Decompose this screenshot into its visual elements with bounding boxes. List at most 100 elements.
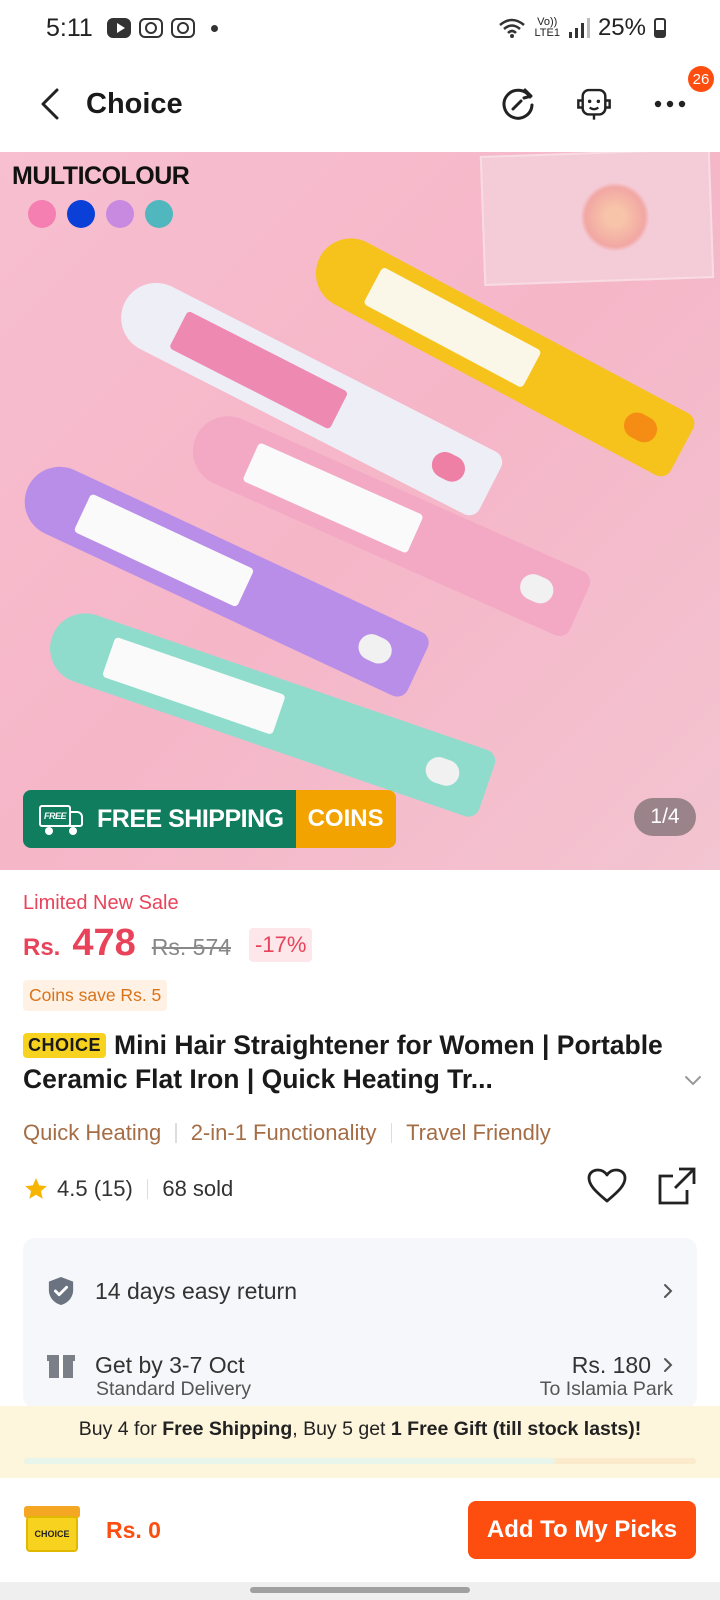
- free-shipping-section: FREE FREE SHIPPING: [23, 790, 296, 848]
- shield-check-icon: [47, 1276, 75, 1306]
- delivery-price-action: Rs. 180: [572, 1352, 673, 1379]
- truck-cab: [69, 811, 83, 827]
- home-indicator[interactable]: [250, 1587, 470, 1593]
- plate: [168, 310, 349, 430]
- truck-body: FREE: [39, 805, 71, 827]
- customer-service-icon: [577, 88, 611, 120]
- promo-banner: Buy 4 for Free Shipping, Buy 5 get 1 Fre…: [0, 1406, 720, 1478]
- divider: [146, 1179, 149, 1199]
- delivery-destination: To Islamia Park: [539, 1378, 673, 1400]
- instagram-notification-icon-2: [170, 18, 195, 38]
- more-dots-icon: [654, 100, 686, 108]
- feature-tag-1: Quick Heating: [23, 1120, 162, 1145]
- choice-badge: CHOICE: [23, 1033, 107, 1058]
- delivery-date-text: Get by 3-7 Oct: [95, 1351, 245, 1378]
- nav-actions: 26: [498, 66, 714, 124]
- cart-box-icon: CHOICE: [26, 1516, 78, 1552]
- status-time: 5:11: [46, 13, 93, 42]
- color-swatch-2: [67, 200, 95, 228]
- status-right: Vo)) LTE1 25%: [498, 14, 666, 42]
- service-card: 14 days easy return Get by 3-7 Oct Rs. 1…: [23, 1238, 697, 1408]
- chevron-right-icon: [664, 1358, 673, 1372]
- heart-icon: [587, 1168, 627, 1203]
- divider: [175, 1123, 177, 1143]
- promo-progress-fill: [24, 1458, 555, 1464]
- network-type: Vo)) LTE1: [534, 17, 559, 39]
- choice-cart-button[interactable]: CHOICE: [24, 1502, 80, 1558]
- back-button[interactable]: [30, 84, 70, 124]
- promo-bold-1: Free Shipping: [162, 1418, 293, 1440]
- price-currency: Rs.: [23, 934, 61, 961]
- feature-tag-2: 2-in-1 Functionality: [190, 1120, 377, 1145]
- variant-label: MULTICOLOUR: [12, 162, 190, 190]
- promo-bold-2: 1 Free Gift (till stock lasts)!: [390, 1418, 642, 1440]
- cart-total: Rs. 0: [106, 1516, 161, 1543]
- notification-badge: 26: [688, 66, 714, 92]
- rating-value: 4.5 (15): [57, 1176, 133, 1201]
- return-policy-row[interactable]: 14 days easy return: [23, 1276, 697, 1306]
- bottom-action-bar: CHOICE Rs. 0 Add To My Picks: [0, 1478, 720, 1582]
- product-image-carousel[interactable]: MULTICOLOUR FREE FREE SHIPPING COINS 1/4: [0, 152, 720, 870]
- product-title-row[interactable]: CHOICE Mini Hair Straightener for Women |…: [23, 1028, 701, 1096]
- chevron-down-icon[interactable]: [683, 1070, 703, 1090]
- power-switch: [354, 629, 397, 668]
- coins-save-tag: Coins save Rs. 5: [23, 980, 168, 1011]
- delivery-type: Standard Delivery: [96, 1378, 251, 1400]
- instagram-notification-icon: [138, 18, 163, 38]
- rating-row[interactable]: 4.5 (15) 68 sold: [23, 1176, 233, 1202]
- color-swatch-1: [28, 200, 56, 228]
- coins-label: COINS: [295, 790, 396, 848]
- status-left: 5:11: [46, 14, 218, 43]
- free-shipping-banner: FREE FREE SHIPPING COINS: [23, 790, 396, 848]
- battery-percent: 25%: [597, 14, 646, 41]
- promo-text-1: Buy 4 for: [78, 1418, 163, 1440]
- share-icon: [658, 1167, 696, 1205]
- color-swatch-3: [106, 200, 134, 228]
- color-swatches: [28, 200, 173, 228]
- return-policy-action: [663, 1283, 673, 1299]
- product-title: Mini Hair Straightener for Women | Porta…: [23, 1030, 663, 1094]
- image-pager: 1/4: [634, 798, 696, 836]
- add-to-picks-button[interactable]: Add To My Picks: [468, 1501, 696, 1559]
- truck-wheel: [69, 827, 77, 835]
- sale-label: Limited New Sale: [23, 892, 179, 914]
- sold-count: 68 sold: [162, 1176, 234, 1201]
- wishlist-button[interactable]: [587, 1166, 627, 1206]
- gesture-bar: [0, 1582, 720, 1600]
- free-shipping-label: FREE SHIPPING: [97, 804, 284, 833]
- power-switch: [515, 569, 558, 608]
- divider: [390, 1123, 393, 1143]
- chevron-right-icon: [664, 1284, 673, 1298]
- history-button[interactable]: [498, 84, 538, 124]
- wifi-icon: [499, 18, 526, 38]
- feature-tag-3: Travel Friendly: [406, 1120, 551, 1145]
- youtube-notification-icon: [106, 18, 131, 38]
- color-swatch-4: [145, 200, 173, 228]
- delivery-row[interactable]: Get by 3-7 Oct Rs. 180: [23, 1350, 697, 1380]
- plate: [73, 493, 255, 608]
- lte-label: LTE1: [534, 27, 560, 39]
- delivery-truck-icon: FREE: [35, 803, 87, 835]
- original-price: Rs. 574: [151, 934, 232, 960]
- history-icon: [502, 88, 534, 120]
- return-policy-text: 14 days easy return: [95, 1277, 298, 1304]
- feature-tags: Quick Heating 2-in-1 Functionality Trave…: [23, 1120, 551, 1146]
- star-icon: [25, 1178, 47, 1199]
- chevron-left-icon: [41, 88, 59, 120]
- truck-wheel: [45, 827, 53, 835]
- status-bar: 5:11 Vo)) LTE1 25%: [0, 0, 720, 56]
- power-switch: [619, 407, 662, 447]
- share-button[interactable]: [657, 1166, 697, 1206]
- delivery-price: Rs. 180: [571, 1351, 651, 1378]
- customer-service-button[interactable]: [574, 84, 614, 124]
- flower-decoration: [580, 182, 650, 252]
- action-buttons: [587, 1166, 697, 1206]
- power-switch: [422, 753, 463, 790]
- promo-text-2: , Buy 5 get: [292, 1418, 391, 1440]
- signal-icon: [568, 18, 590, 38]
- promo-progress-bar: [24, 1458, 696, 1464]
- more-options-button[interactable]: 26: [650, 66, 714, 124]
- discount-badge: -17%: [249, 928, 313, 962]
- package-icon: [47, 1350, 75, 1380]
- price-row: Rs. 478 Rs. 574 -17%: [23, 922, 313, 965]
